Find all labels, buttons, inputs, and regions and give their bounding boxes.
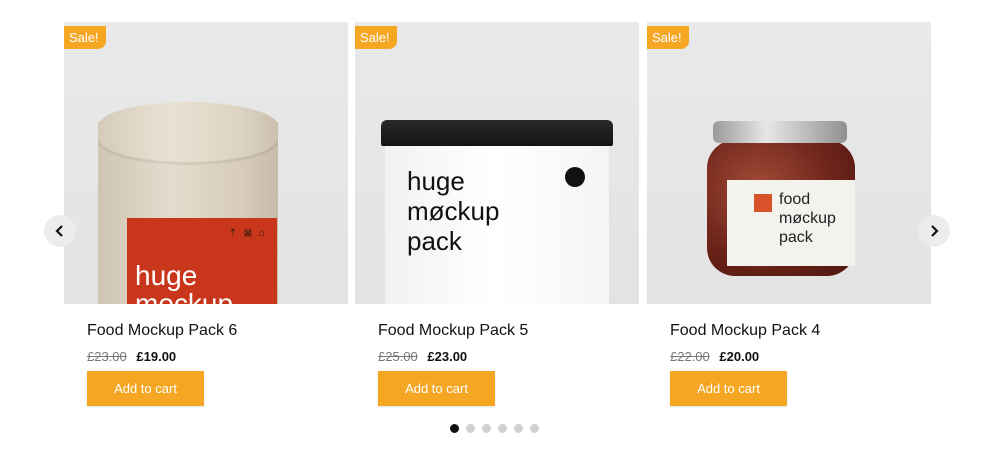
tube-label: ⇡ ⊠ ⌂ huge mockup xyxy=(127,218,277,304)
product-image[interactable]: Sale! food møckup pack xyxy=(647,22,931,304)
tin-lid xyxy=(381,120,613,146)
carousel-prev-button[interactable] xyxy=(44,215,76,247)
tin-label-text: huge møckup pack xyxy=(407,166,500,256)
jar-lid xyxy=(713,121,847,143)
pagination-dot[interactable] xyxy=(466,424,475,433)
carousel-pagination xyxy=(450,424,539,433)
product-card: Sale! huge møckup pack Food Mockup Pack … xyxy=(355,22,639,406)
product-price: £22.00 £20.00 xyxy=(670,349,759,364)
sale-price: £20.00 xyxy=(719,349,760,364)
jar-label-text: food møckup pack xyxy=(779,191,836,246)
pagination-dot[interactable] xyxy=(450,424,459,433)
product-title[interactable]: Food Mockup Pack 5 xyxy=(378,322,528,340)
product-image[interactable]: Sale! ⇡ ⊠ ⌂ huge mockup xyxy=(64,22,348,304)
product-carousel: Sale! ⇡ ⊠ ⌂ huge mockup Food Mockup Pack… xyxy=(0,0,1000,452)
product-title[interactable]: Food Mockup Pack 4 xyxy=(670,322,820,340)
add-to-cart-button[interactable]: Add to cart xyxy=(87,371,204,406)
tube-lid xyxy=(98,102,278,162)
sale-badge: Sale! xyxy=(64,26,106,49)
pagination-dot[interactable] xyxy=(498,424,507,433)
add-to-cart-button[interactable]: Add to cart xyxy=(670,371,787,406)
product-image[interactable]: Sale! huge møckup pack xyxy=(355,22,639,304)
product-card: Sale! ⇡ ⊠ ⌂ huge mockup Food Mockup Pack… xyxy=(64,22,348,406)
sale-badge: Sale! xyxy=(647,26,689,49)
sale-price: £23.00 xyxy=(427,349,468,364)
label-text: huge mockup xyxy=(135,260,234,305)
pagination-dot[interactable] xyxy=(482,424,491,433)
brand-logo-icon xyxy=(754,194,772,212)
sale-price: £19.00 xyxy=(136,349,177,364)
carousel-next-button[interactable] xyxy=(918,215,950,247)
old-price: £22.00 xyxy=(670,349,710,364)
old-price: £23.00 xyxy=(87,349,127,364)
product-price: £23.00 £19.00 xyxy=(87,349,176,364)
chevron-left-icon xyxy=(55,225,63,237)
product-card: Sale! food møckup pack Food Mockup Pack … xyxy=(647,22,931,406)
sale-badge: Sale! xyxy=(355,26,397,49)
old-price: £25.00 xyxy=(378,349,418,364)
label-icons: ⇡ ⊠ ⌂ xyxy=(228,228,267,239)
add-to-cart-button[interactable]: Add to cart xyxy=(378,371,495,406)
pagination-dot[interactable] xyxy=(530,424,539,433)
pagination-dot[interactable] xyxy=(514,424,523,433)
product-title[interactable]: Food Mockup Pack 6 xyxy=(87,322,237,340)
brand-logo-icon xyxy=(565,167,585,187)
chevron-right-icon xyxy=(931,225,939,237)
product-price: £25.00 £23.00 xyxy=(378,349,467,364)
